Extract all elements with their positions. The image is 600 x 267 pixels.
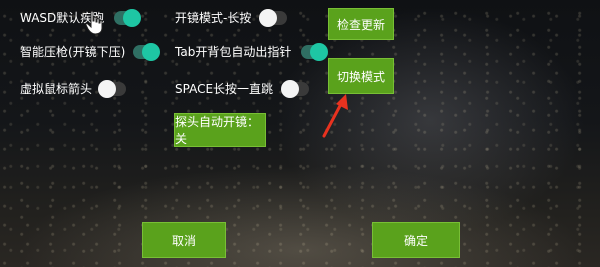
option-space-jump[interactable]: SPACE长按一直跳 [175,79,310,98]
option-tab-pointer-label: Tab开背包自动出指针 [175,45,292,59]
option-smart-recoil[interactable]: 智能压枪(开镜下压) [20,42,161,61]
option-space-jump-label: SPACE长按一直跳 [175,82,274,96]
toggle-smart-recoil[interactable] [133,42,161,61]
toggle-scope-mode[interactable] [259,8,288,27]
switch-mode-button[interactable]: 切换模式 [328,58,394,94]
option-wasd-sprint[interactable]: WASD默认疾跑 [20,8,142,27]
red-arrow-icon [322,94,348,138]
option-scope-mode-label: 开镜模式-长按 [175,11,252,25]
check-update-button[interactable]: 检查更新 [328,8,394,40]
probe-auto-scope-button[interactable]: 探头自动开镜：关 [174,113,266,147]
hand-pointer-icon [85,10,103,35]
option-virtual-mouse-label: 虚拟鼠标箭头 [20,82,93,96]
option-scope-mode[interactable]: 开镜模式-长按 [175,8,288,27]
cancel-button[interactable]: 取消 [142,222,226,258]
option-smart-recoil-label: 智能压枪(开镜下压) [20,45,126,59]
toggle-space-jump[interactable] [281,79,310,98]
toggle-virtual-mouse[interactable] [98,79,127,98]
background-sparkles [0,0,600,267]
confirm-button[interactable]: 确定 [372,222,460,258]
option-tab-pointer[interactable]: Tab开背包自动出指针 [175,42,329,61]
toggle-wasd-sprint[interactable] [114,8,142,27]
toggle-tab-pointer[interactable] [301,42,329,61]
option-virtual-mouse[interactable]: 虚拟鼠标箭头 [20,79,127,98]
